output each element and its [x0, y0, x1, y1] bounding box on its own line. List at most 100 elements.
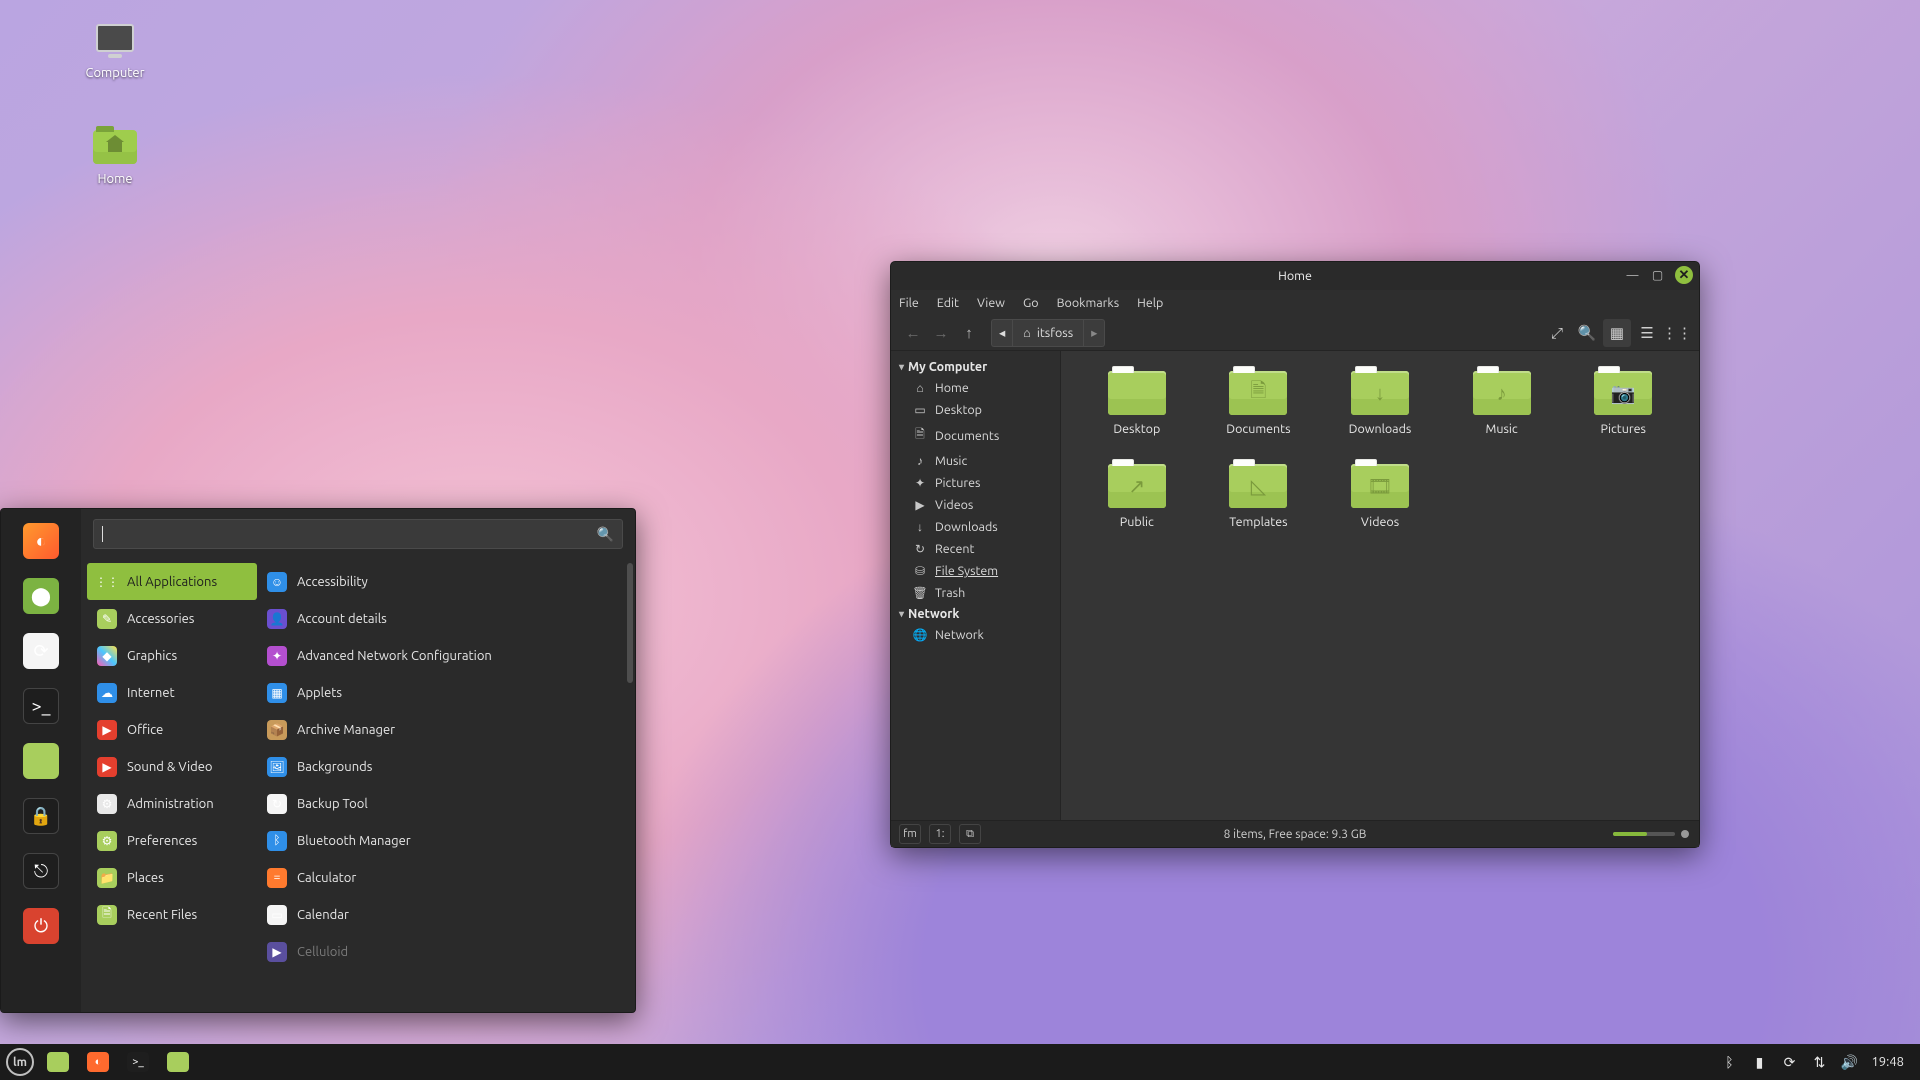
application-list: ☺ Accessibility 👤 Account details ✦ Adva… — [257, 559, 635, 1012]
desktop-icon-computer[interactable]: Computer — [70, 24, 160, 80]
up-button[interactable]: ↑ — [955, 319, 983, 347]
favorite-shutdown[interactable]: ⏻ — [23, 908, 59, 944]
category-item[interactable]: ⚙ Administration — [87, 785, 257, 822]
launcher-terminal[interactable]: >_ — [122, 1048, 154, 1076]
application-item[interactable]: ▭ Calendar — [257, 896, 629, 933]
breadcrumb-home[interactable]: ⌂ itsfoss — [1012, 319, 1084, 347]
sidebar-item[interactable]: 🗎 Documents — [891, 421, 1060, 450]
folder-icon[interactable]: ♪ Music — [1446, 371, 1558, 436]
application-item[interactable]: ↻ Backup Tool — [257, 785, 629, 822]
battery-icon[interactable]: ▮ — [1751, 1054, 1767, 1070]
folder-icon[interactable]: 📷 Pictures — [1567, 371, 1679, 436]
scrollbar[interactable] — [627, 563, 633, 683]
clock[interactable]: 19:48 — [1871, 1055, 1904, 1069]
zoom-thumb[interactable] — [1681, 830, 1689, 838]
statusbar-btn-1[interactable]: fm — [899, 824, 921, 844]
search-input[interactable]: 🔍 — [93, 519, 623, 549]
volume-icon[interactable]: 🔊 — [1841, 1054, 1857, 1070]
menu-search: 🔍 — [81, 509, 635, 559]
status-text: 8 items, Free space: 9.3 GB — [1224, 828, 1367, 841]
menu-go[interactable]: Go — [1023, 296, 1039, 310]
search-field[interactable] — [107, 526, 597, 543]
category-item[interactable]: 📁 Places — [87, 859, 257, 896]
menu-file[interactable]: File — [899, 296, 919, 310]
statusbar-btn-3[interactable]: ⧉ — [959, 824, 981, 844]
application-item[interactable]: 📦 Archive Manager — [257, 711, 629, 748]
application-item[interactable]: 🖼 Backgrounds — [257, 748, 629, 785]
application-item[interactable]: ▦ Applets — [257, 674, 629, 711]
favorite-terminal[interactable]: >_ — [23, 688, 59, 724]
sidebar-item-label: Trash — [935, 586, 965, 600]
folder-icon[interactable]: Desktop — [1081, 371, 1193, 436]
menu-button[interactable]: lm — [6, 1048, 34, 1076]
breadcrumb-next[interactable]: ▸ — [1084, 319, 1105, 347]
sidebar-item[interactable]: ▶ Videos — [891, 494, 1060, 516]
folder-icon[interactable]: 🗎 Documents — [1203, 371, 1315, 436]
sidebar-item-icon: ♪ — [913, 454, 927, 468]
folder-icon[interactable]: 🎞 Videos — [1324, 464, 1436, 529]
sidebar-item[interactable]: ⛁ File System — [891, 560, 1060, 582]
application-item[interactable]: ▶ Celluloid — [257, 933, 629, 970]
launcher-firefox[interactable]: ◐ — [82, 1048, 114, 1076]
menu-bookmarks[interactable]: Bookmarks — [1057, 296, 1120, 310]
maximize-button[interactable]: ▢ — [1650, 268, 1665, 283]
folder-icon[interactable]: ◺ Templates — [1203, 464, 1315, 529]
folder-icon[interactable]: ↗ Public — [1081, 464, 1193, 529]
sidebar-item[interactable]: ▭ Desktop — [891, 399, 1060, 421]
network-icon[interactable]: ⇅ — [1811, 1054, 1827, 1070]
updates-icon[interactable]: ⟳ — [1781, 1054, 1797, 1070]
close-button[interactable]: ✕ — [1675, 266, 1693, 284]
logout-icon: ⎋ — [34, 861, 48, 882]
category-item[interactable]: ☁ Internet — [87, 674, 257, 711]
sidebar-item[interactable]: 🌐 Network — [891, 624, 1060, 646]
bluetooth-icon[interactable]: ᛒ — [1721, 1054, 1737, 1070]
breadcrumb-prev[interactable]: ◂ — [991, 319, 1012, 347]
category-item[interactable]: ◆ Graphics — [87, 637, 257, 674]
minimize-button[interactable]: — — [1625, 268, 1640, 283]
category-item[interactable]: ⚙ Preferences — [87, 822, 257, 859]
sidebar-header-network[interactable]: ▾ Network — [891, 604, 1060, 624]
category-item[interactable]: ▶ Sound & Video — [87, 748, 257, 785]
desktop-icon-home[interactable]: Home — [70, 130, 160, 186]
launcher-files-window[interactable] — [162, 1048, 194, 1076]
toggle-location-button[interactable]: ⤢ — [1543, 319, 1571, 347]
category-item[interactable]: ▶ Office — [87, 711, 257, 748]
sidebar-item[interactable]: ⌂ Home — [891, 377, 1060, 399]
application-item[interactable]: ✦ Advanced Network Configuration — [257, 637, 629, 674]
sidebar-item[interactable]: 🗑 Trash — [891, 582, 1060, 604]
favorite-lock[interactable]: 🔒 — [23, 798, 59, 834]
zoom-slider[interactable] — [1613, 832, 1675, 836]
favorite-update-manager[interactable]: ⟳ — [23, 633, 59, 669]
sidebar-item[interactable]: ✦ Pictures — [891, 472, 1060, 494]
application-item[interactable]: ᛒ Bluetooth Manager — [257, 822, 629, 859]
menu-view[interactable]: View — [977, 296, 1005, 310]
folder-content[interactable]: Desktop 🗎 Documents ↓ Downloads ♪ Music … — [1061, 351, 1699, 820]
sidebar-item[interactable]: ♪ Music — [891, 450, 1060, 472]
launcher-files[interactable] — [42, 1048, 74, 1076]
category-item[interactable]: 🗎 Recent Files — [87, 896, 257, 933]
sidebar-item[interactable]: ↻ Recent — [891, 538, 1060, 560]
category-item[interactable]: ✎ Accessories — [87, 600, 257, 637]
search-button[interactable]: 🔍 — [1573, 319, 1601, 347]
application-item[interactable]: 👤 Account details — [257, 600, 629, 637]
sidebar-item[interactable]: ↓ Downloads — [891, 516, 1060, 538]
sidebar-header-computer[interactable]: ▾ My Computer — [891, 357, 1060, 377]
favorite-files[interactable] — [23, 743, 59, 779]
icon-view-button[interactable]: ▦ — [1603, 319, 1631, 347]
list-view-button[interactable]: ☰ — [1633, 319, 1661, 347]
category-item[interactable]: ⋮⋮ All Applications — [87, 563, 257, 600]
favorite-software-manager[interactable]: ⬤ — [23, 578, 59, 614]
statusbar-btn-2[interactable]: 1: — [929, 824, 951, 844]
compact-view-button[interactable]: ⋮⋮ — [1663, 319, 1691, 347]
folder-icon[interactable]: ↓ Downloads — [1324, 371, 1436, 436]
window-titlebar[interactable]: Home — ▢ ✕ — [891, 262, 1699, 290]
menu-edit[interactable]: Edit — [937, 296, 959, 310]
application-item[interactable]: = Calculator — [257, 859, 629, 896]
forward-button[interactable]: → — [927, 319, 955, 347]
favorite-firefox[interactable]: ◐ — [23, 523, 59, 559]
application-item[interactable]: ☺ Accessibility — [257, 563, 629, 600]
back-button[interactable]: ← — [899, 319, 927, 347]
favorite-logout[interactable]: ⎋ — [23, 853, 59, 889]
folder-label: Music — [1485, 422, 1517, 436]
menu-help[interactable]: Help — [1137, 296, 1163, 310]
